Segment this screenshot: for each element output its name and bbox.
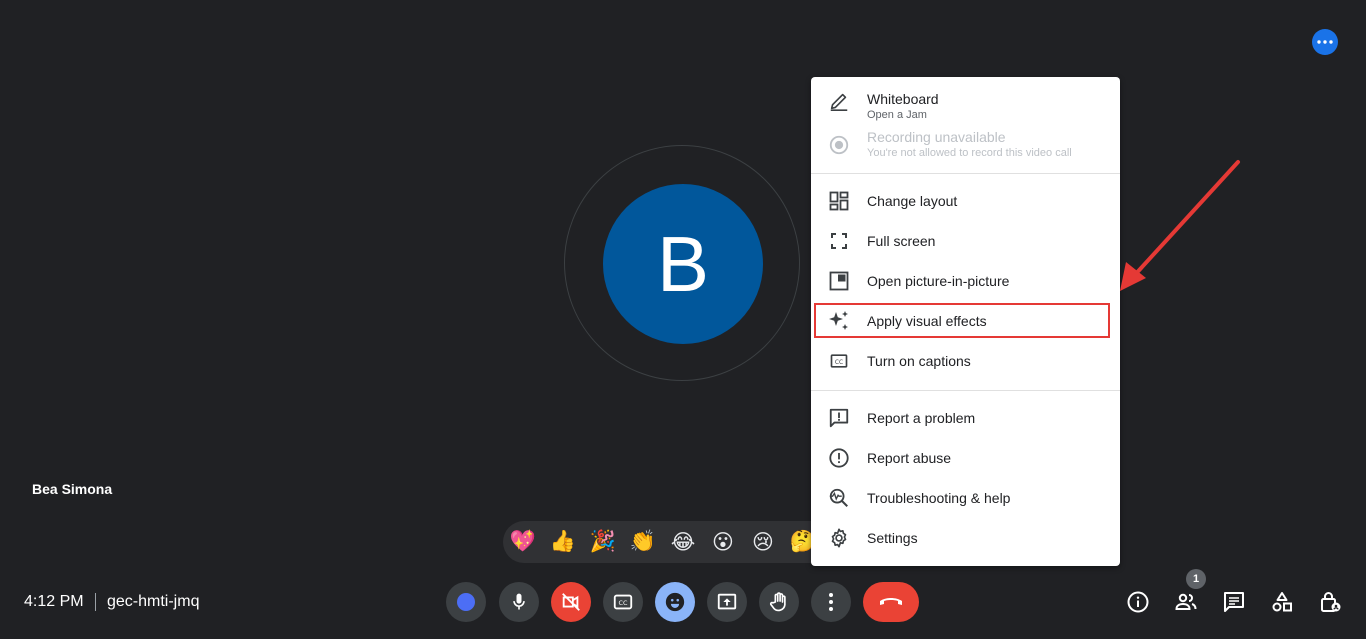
videocam-off-icon (562, 593, 580, 611)
reaction-sparkling-heart[interactable]: 💖 (510, 529, 536, 555)
activities-button[interactable] (1269, 589, 1295, 615)
mic-icon (513, 593, 525, 610)
whiteboard-label: Whiteboard (867, 91, 939, 107)
menu-item-picture-in-picture[interactable]: Open picture-in-picture (811, 261, 1120, 301)
reaction-party-popper[interactable]: 🎉 (590, 529, 616, 555)
participant-count-badge: 1 (1186, 569, 1206, 589)
reaction-surprised[interactable]: 😮 (710, 529, 736, 555)
settings-label: Settings (867, 530, 918, 546)
avatar: B (603, 184, 763, 344)
captions-button[interactable]: CC (603, 582, 643, 622)
more-options-top-button[interactable] (1312, 29, 1338, 55)
more-options-button[interactable] (811, 582, 851, 622)
leave-call-button[interactable] (863, 582, 919, 622)
menu-item-captions[interactable]: CC Turn on captions (811, 341, 1120, 381)
chat-button[interactable] (1221, 589, 1247, 615)
menu-divider (811, 173, 1120, 174)
lock-person-icon (1321, 592, 1341, 612)
present-screen-button[interactable] (707, 582, 747, 622)
avatar-letter: B (656, 219, 710, 308)
edit-pencil-icon (827, 89, 851, 113)
more-vert-icon (829, 593, 833, 611)
clock: 4:12 PM (24, 593, 84, 610)
recording-sublabel: You're not allowed to record this video … (867, 147, 1072, 159)
change-layout-label: Change layout (867, 193, 958, 209)
troubleshooting-label: Troubleshooting & help (867, 490, 1011, 506)
divider (95, 593, 96, 611)
highlight-box (814, 303, 1110, 338)
svg-text:CC: CC (835, 360, 843, 366)
meeting-details-button[interactable] (1125, 589, 1151, 615)
hand-icon (769, 592, 786, 612)
emoji-icon (665, 592, 685, 612)
microphone-button[interactable] (499, 582, 539, 622)
participant-name: Bea Simona (32, 481, 113, 497)
gear-icon (827, 526, 851, 550)
more-horiz-icon (1317, 40, 1333, 44)
pip-label: Open picture-in-picture (867, 273, 1010, 289)
reactions-button[interactable] (655, 582, 695, 622)
reaction-crying[interactable]: 😢 (750, 529, 776, 555)
menu-divider (811, 390, 1120, 391)
report-abuse-label: Report abuse (867, 450, 952, 466)
menu-item-troubleshooting[interactable]: Troubleshooting & help (811, 478, 1120, 518)
fullscreen-icon (827, 229, 851, 253)
menu-item-change-layout[interactable]: Change layout (811, 181, 1120, 221)
closed-caption-icon: CC (827, 349, 851, 373)
menu-item-full-screen[interactable]: Full screen (811, 221, 1120, 261)
record-icon (827, 133, 851, 157)
menu-item-report-problem[interactable]: Report a problem (811, 398, 1120, 438)
full-screen-label: Full screen (867, 233, 936, 249)
info-icon (1127, 591, 1149, 613)
menu-item-whiteboard[interactable]: Whiteboard Open a Jam (811, 79, 1120, 123)
people-button[interactable] (1173, 589, 1199, 615)
meeting-code: gec-hmti-jmq (107, 593, 200, 610)
dot-icon (457, 593, 475, 611)
svg-text:CC: CC (619, 599, 628, 607)
shapes-icon (1272, 592, 1292, 612)
annotation-arrow (1120, 160, 1240, 291)
picture-in-picture-icon (827, 269, 851, 293)
call-end-icon (880, 598, 902, 605)
camera-off-button[interactable] (551, 582, 591, 622)
menu-item-settings[interactable]: Settings (811, 518, 1120, 558)
captions-label: Turn on captions (867, 353, 971, 369)
error-icon (827, 446, 851, 470)
menu-item-report-abuse[interactable]: Report abuse (811, 438, 1120, 478)
dashboard-layout-icon (827, 189, 851, 213)
menu-item-recording: Recording unavailable You're not allowed… (811, 125, 1120, 169)
feedback-icon (827, 406, 851, 430)
reactions-bar: 💖 👍 🎉 👏 😂 😮 😢 🤔 (503, 521, 833, 563)
chat-icon (1224, 592, 1244, 612)
reaction-laughing[interactable]: 😂 (670, 529, 696, 555)
present-icon (717, 593, 737, 610)
reaction-clapping[interactable]: 👏 (630, 529, 656, 555)
host-controls-button[interactable] (1317, 589, 1343, 615)
people-icon (1175, 593, 1197, 610)
reaction-thumbs-up[interactable]: 👍 (550, 529, 576, 555)
troubleshoot-icon (827, 486, 851, 510)
companion-button[interactable] (446, 582, 486, 622)
raise-hand-button[interactable] (759, 582, 799, 622)
closed-caption-icon: CC (613, 594, 633, 610)
recording-label: Recording unavailable (867, 129, 1006, 145)
whiteboard-sublabel: Open a Jam (867, 109, 927, 121)
report-problem-label: Report a problem (867, 410, 976, 426)
